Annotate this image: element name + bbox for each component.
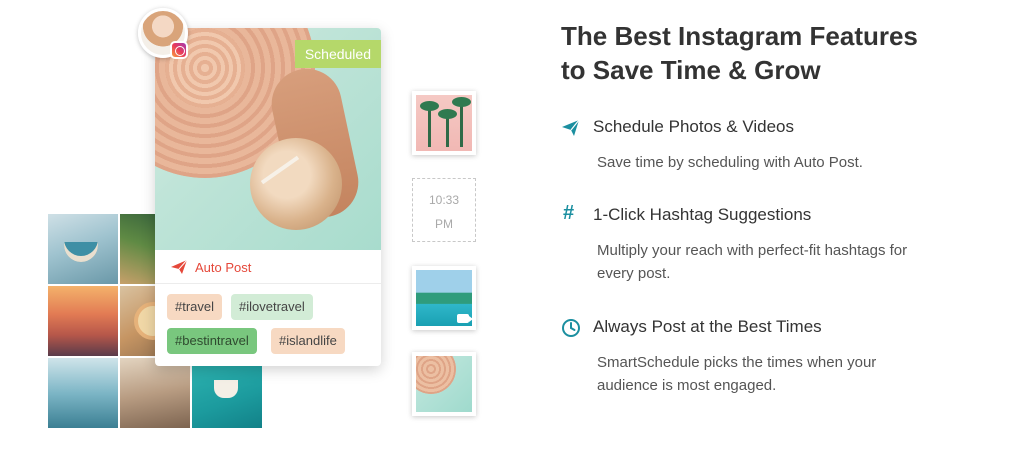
- clock-icon: [562, 319, 580, 337]
- feature-title: Schedule Photos & Videos: [593, 117, 794, 136]
- hashtag-chip[interactable]: #bestintravel: [167, 328, 257, 354]
- video-icon: [457, 314, 472, 323]
- hashtag-chip[interactable]: #islandlife: [271, 328, 345, 354]
- queued-thumbnail-hat: [412, 352, 476, 416]
- feature-description: Save time by scheduling with Auto Post.: [597, 154, 863, 171]
- queued-thumbnail-palms: [412, 91, 476, 155]
- empty-time-slot: 10:33 PM: [412, 178, 476, 242]
- grid-photo-sea: [48, 358, 118, 428]
- grid-photo-interior: [120, 358, 190, 428]
- auto-post-row: Auto Post: [155, 250, 381, 284]
- instagram-icon: [170, 41, 188, 59]
- feature-description: SmartSchedule picks the times when your …: [597, 354, 877, 394]
- headline-line-1: The Best Instagram Features: [561, 21, 918, 51]
- grid-photo-coffee: [48, 214, 118, 284]
- hashtag-icon: #: [563, 202, 575, 224]
- hashtag-chip[interactable]: #ilovetravel: [231, 294, 313, 320]
- feature-title: 1-Click Hashtag Suggestions: [593, 205, 812, 224]
- hashtag-chip[interactable]: #travel: [167, 294, 223, 320]
- auto-post-label: Auto Post: [195, 260, 252, 275]
- feature-title: Always Post at the Best Times: [593, 317, 822, 336]
- coconut-drink-shape: [250, 138, 342, 230]
- paper-plane-icon: [171, 260, 187, 274]
- grid-photo-teal-tray: [192, 358, 262, 428]
- headline-line-2: to Save Time & Grow: [561, 55, 821, 85]
- post-photo: Scheduled: [155, 28, 381, 250]
- paper-plane-icon: [562, 119, 580, 136]
- time-slot-time: 10:33: [428, 193, 460, 207]
- feature-description: Multiply your reach with perfect-fit has…: [597, 242, 908, 282]
- grid-photo-sunset: [48, 286, 118, 356]
- scheduled-badge: Scheduled: [294, 40, 381, 68]
- scheduled-post-card: Scheduled Auto Post #travel #ilovetravel…: [155, 28, 381, 366]
- time-slot-period: PM: [435, 217, 453, 231]
- features-headline: The Best Instagram Features to Save Time…: [561, 19, 1001, 87]
- queued-thumbnail-island: [412, 266, 476, 330]
